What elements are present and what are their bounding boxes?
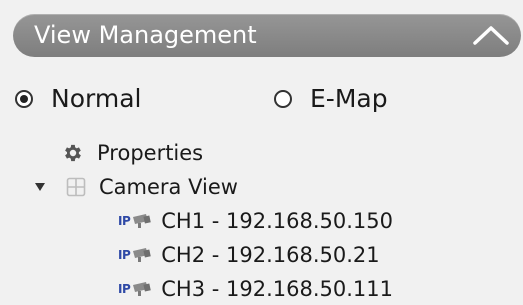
camera-view-label: Camera View	[99, 175, 238, 199]
properties-label: Properties	[97, 141, 204, 165]
camera-icon	[133, 214, 152, 228]
emap-radio-button[interactable]	[274, 90, 292, 108]
normal-radio-label: Normal	[51, 84, 142, 113]
channel-label: CH1 - 192.168.50.150	[161, 209, 394, 233]
channel-item[interactable]: IP CH3 - 192.168.50.111	[118, 274, 393, 304]
channel-item[interactable]: IP CH2 - 192.168.50.21	[118, 240, 380, 270]
camera-icon	[133, 248, 152, 262]
normal-radio-button[interactable]	[15, 90, 33, 108]
camera-icon	[133, 282, 152, 296]
ip-camera-icon: IP	[118, 275, 153, 303]
channel-label: CH3 - 192.168.50.111	[161, 277, 394, 301]
grid-icon	[66, 177, 86, 197]
emap-radio-label: E-Map	[310, 84, 388, 113]
ip-camera-icon: IP	[118, 207, 153, 235]
view-management-panel: View Management Normal E-Map Properties …	[0, 0, 523, 305]
ip-camera-icon: IP	[118, 241, 153, 269]
panel-title: View Management	[34, 21, 257, 49]
view-management-header[interactable]: View Management	[13, 14, 521, 57]
channel-item[interactable]: IP CH1 - 192.168.50.150	[118, 206, 393, 236]
ip-badge: IP	[118, 214, 131, 228]
tree-item-properties[interactable]: Properties	[62, 138, 203, 168]
chevron-up-icon[interactable]	[471, 24, 511, 46]
gear-icon	[65, 144, 81, 162]
ip-badge: IP	[118, 282, 131, 296]
tree-item-camera-view[interactable]: Camera View	[34, 172, 238, 202]
view-mode-normal-option[interactable]: Normal	[15, 82, 141, 116]
channel-label: CH2 - 192.168.50.21	[161, 243, 380, 267]
caret-down-icon[interactable]	[34, 181, 46, 193]
view-mode-emap-option[interactable]: E-Map	[274, 82, 388, 116]
ip-badge: IP	[118, 248, 131, 262]
